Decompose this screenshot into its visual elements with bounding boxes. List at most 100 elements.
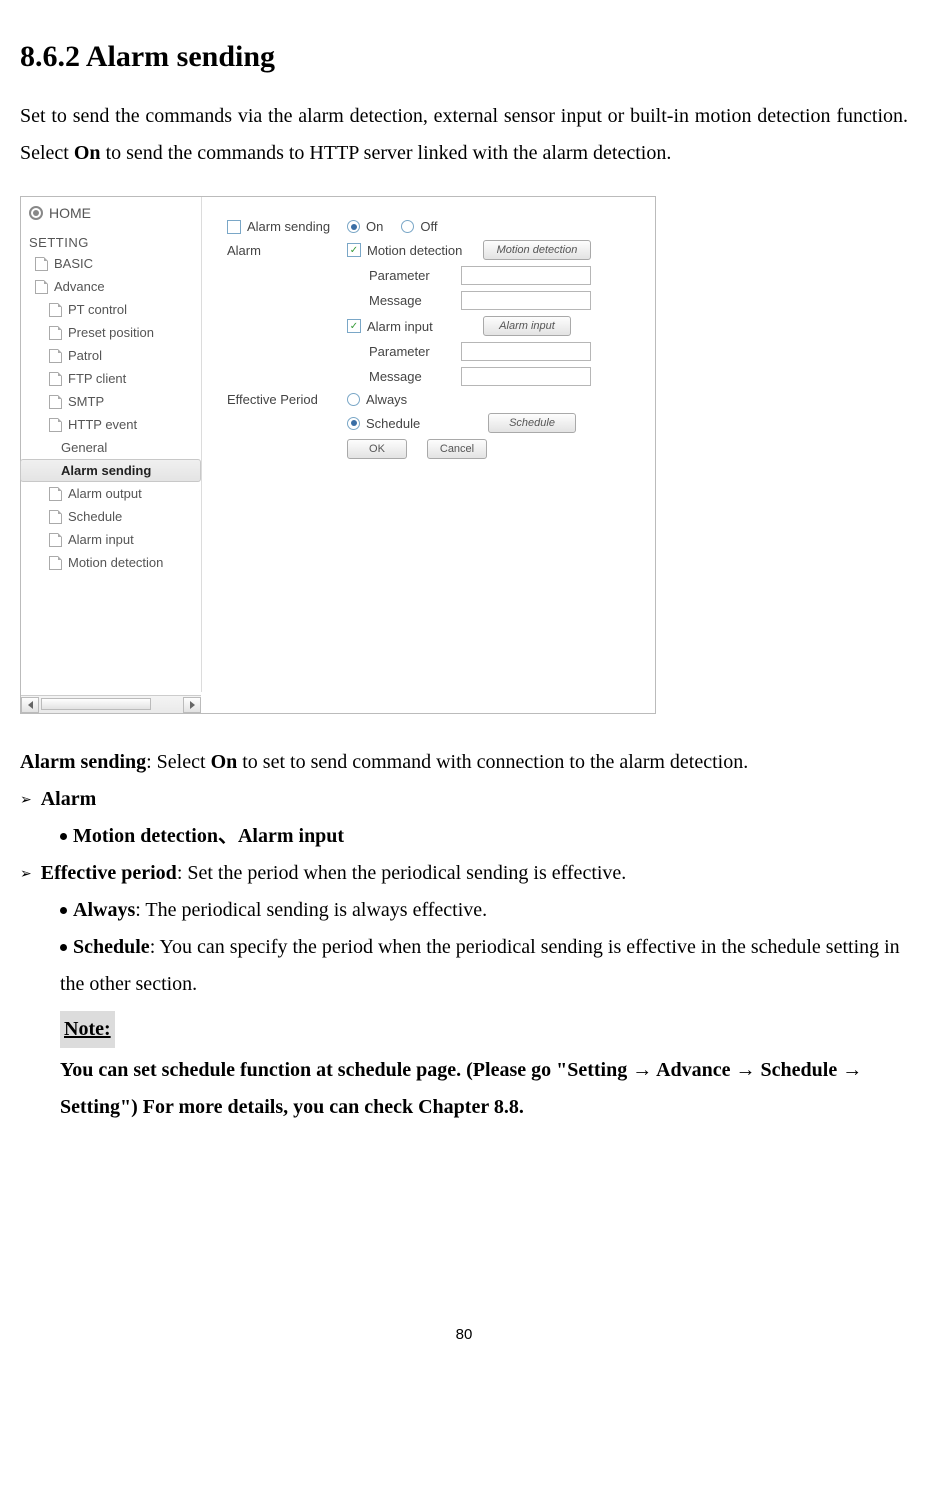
- dot-bullet-icon: [60, 944, 67, 951]
- page-icon: [49, 533, 62, 547]
- eff-period-bold: Effective period: [41, 862, 177, 884]
- sidebar-item-ftp[interactable]: FTP client: [21, 367, 201, 390]
- alarm-input-checkbox[interactable]: ✓: [347, 319, 361, 333]
- schedule-radio[interactable]: [347, 417, 360, 430]
- desc-motion-alarm: Motion detection、Alarm input: [20, 818, 908, 855]
- triangle-bullet-icon: ➢: [20, 788, 32, 814]
- settings-screenshot: HOME SETTING BASIC Advance PT control Pr…: [20, 196, 656, 714]
- intro-text-after: to send the commands to HTTP server link…: [101, 142, 672, 164]
- page-icon: [35, 257, 48, 271]
- item-label: Preset position: [68, 325, 154, 340]
- settings-panel: Alarm sending On Off Alarm ✓ Motion dete…: [203, 201, 591, 465]
- page-icon: [49, 487, 62, 501]
- sidebar-scrollbar[interactable]: [21, 695, 201, 713]
- sidebar-advance[interactable]: Advance: [21, 275, 201, 298]
- item-label: Alarm output: [68, 486, 142, 501]
- triangle-bullet-icon: ➢: [20, 862, 32, 888]
- always-text: : The periodical sending is always effec…: [135, 899, 487, 921]
- sidebar-item-alarm-input[interactable]: Alarm input: [21, 528, 201, 551]
- scroll-track[interactable]: [39, 696, 183, 713]
- page-icon: [49, 418, 62, 432]
- basic-label: BASIC: [54, 256, 93, 271]
- intro-bold-on: On: [74, 142, 101, 164]
- sidebar-home[interactable]: HOME: [21, 197, 201, 227]
- alarm-input-button[interactable]: Alarm input: [483, 316, 571, 336]
- page-icon: [49, 510, 62, 524]
- sidebar-item-alarm-output[interactable]: Alarm output: [21, 482, 201, 505]
- sidebar-item-http[interactable]: HTTP event: [21, 413, 201, 436]
- item-label: Patrol: [68, 348, 102, 363]
- page-icon: [49, 395, 62, 409]
- sidebar-item-patrol[interactable]: Patrol: [21, 344, 201, 367]
- page-icon: [49, 556, 62, 570]
- sidebar-sub-alarm-sending[interactable]: Alarm sending: [20, 459, 201, 482]
- note-body: You can set schedule function at schedul…: [20, 1052, 908, 1126]
- sidebar-item-motion[interactable]: Motion detection: [21, 551, 201, 574]
- schedule-text: : You can specify the period when the pe…: [60, 936, 900, 995]
- alarm-label: Alarm: [203, 243, 347, 258]
- sidebar-item-preset[interactable]: Preset position: [21, 321, 201, 344]
- page-number: 80: [20, 1326, 908, 1343]
- note-line: Note:: [20, 1011, 908, 1048]
- sidebar: HOME SETTING BASIC Advance PT control Pr…: [21, 197, 202, 692]
- schedule-bold: Schedule: [73, 936, 150, 958]
- sidebar-item-smtp[interactable]: SMTP: [21, 390, 201, 413]
- item-label: HTTP event: [68, 417, 137, 432]
- note-label: Note:: [60, 1011, 115, 1048]
- alarm-message-input[interactable]: [461, 367, 591, 386]
- desc-on-bold: On: [211, 751, 238, 773]
- desc-schedule: Schedule: You can specify the period whe…: [20, 929, 908, 1003]
- home-icon: [29, 206, 43, 220]
- sidebar-basic[interactable]: BASIC: [21, 252, 201, 275]
- motion-detection-button[interactable]: Motion detection: [483, 240, 591, 260]
- always-radio[interactable]: [347, 393, 360, 406]
- on-label: On: [366, 219, 383, 234]
- motion-alarm-bold: Motion detection、Alarm input: [73, 825, 344, 847]
- desc-t2: to set to send command with connection t…: [237, 751, 748, 773]
- chevron-left-icon: [28, 701, 33, 709]
- sidebar-sub-general[interactable]: General: [21, 436, 201, 459]
- schedule-label: Schedule: [366, 416, 482, 431]
- section-heading: 8.6.2 Alarm sending: [20, 40, 908, 74]
- motion-detection-checkbox[interactable]: ✓: [347, 243, 361, 257]
- item-label: Motion detection: [68, 555, 163, 570]
- alarm-parameter-input[interactable]: [461, 342, 591, 361]
- alarm-sending-on-radio[interactable]: [347, 220, 360, 233]
- intro-paragraph: Set to send the commands via the alarm d…: [20, 98, 908, 172]
- alarm-header-bold: Alarm: [41, 788, 97, 810]
- parameter-label: Parameter: [347, 268, 455, 283]
- scroll-thumb[interactable]: [41, 698, 151, 710]
- motion-message-input[interactable]: [461, 291, 591, 310]
- motion-detection-label: Motion detection: [367, 243, 477, 258]
- sidebar-setting-cat: SETTING: [21, 227, 201, 252]
- item-label: SMTP: [68, 394, 104, 409]
- schedule-button[interactable]: Schedule: [488, 413, 576, 433]
- sidebar-item-schedule[interactable]: Schedule: [21, 505, 201, 528]
- sidebar-item-pt[interactable]: PT control: [21, 298, 201, 321]
- effective-period-label: Effective Period: [203, 392, 347, 407]
- page-icon: [49, 372, 62, 386]
- advance-label: Advance: [54, 279, 105, 294]
- scroll-left-button[interactable]: [21, 697, 39, 713]
- desc-always: Always: The periodical sending is always…: [20, 892, 908, 929]
- description-block: Alarm sending: Select On to set to send …: [20, 744, 908, 1126]
- ok-button[interactable]: OK: [347, 439, 407, 459]
- parameter-label: Parameter: [347, 344, 455, 359]
- cancel-button[interactable]: Cancel: [427, 439, 487, 459]
- motion-parameter-input[interactable]: [461, 266, 591, 285]
- page-icon: [35, 280, 48, 294]
- home-label: HOME: [49, 205, 91, 221]
- eff-period-text: : Set the period when the periodical sen…: [177, 862, 627, 884]
- item-label: PT control: [68, 302, 127, 317]
- page-icon: [49, 349, 62, 363]
- alarm-sending-checkbox[interactable]: [227, 220, 241, 234]
- page-icon: [49, 326, 62, 340]
- desc-alarm-header: ➢ Alarm: [20, 781, 908, 818]
- desc-alarm-sending: Alarm sending: Select On to set to send …: [20, 744, 908, 781]
- desc-t1: : Select: [146, 751, 210, 773]
- scroll-right-button[interactable]: [183, 697, 201, 713]
- alarm-sending-off-radio[interactable]: [401, 220, 414, 233]
- desc-effective-period: ➢ Effective period: Set the period when …: [20, 855, 908, 892]
- off-label: Off: [420, 219, 437, 234]
- chevron-right-icon: [190, 701, 195, 709]
